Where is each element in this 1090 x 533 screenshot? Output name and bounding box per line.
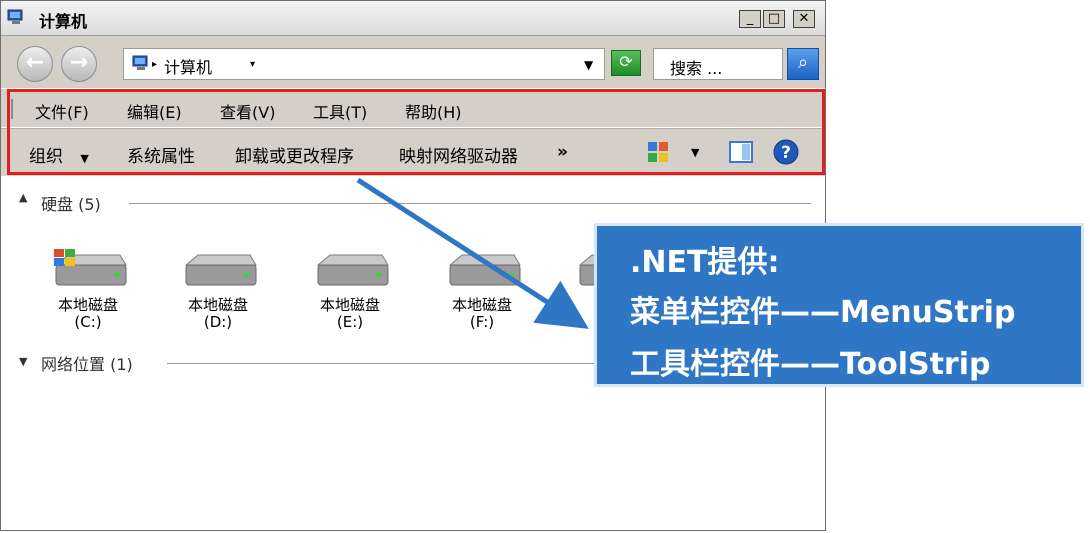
callout-box: .NET提供: 菜单栏控件——MenuStrip 工具栏控件——ToolStri… [594,223,1084,387]
callout-line-menustrip: 菜单栏控件——MenuStrip [630,295,1016,330]
callout-line-net: .NET提供: [630,245,780,280]
callout-line-toolstrip: 工具栏控件——ToolStrip [630,347,991,382]
